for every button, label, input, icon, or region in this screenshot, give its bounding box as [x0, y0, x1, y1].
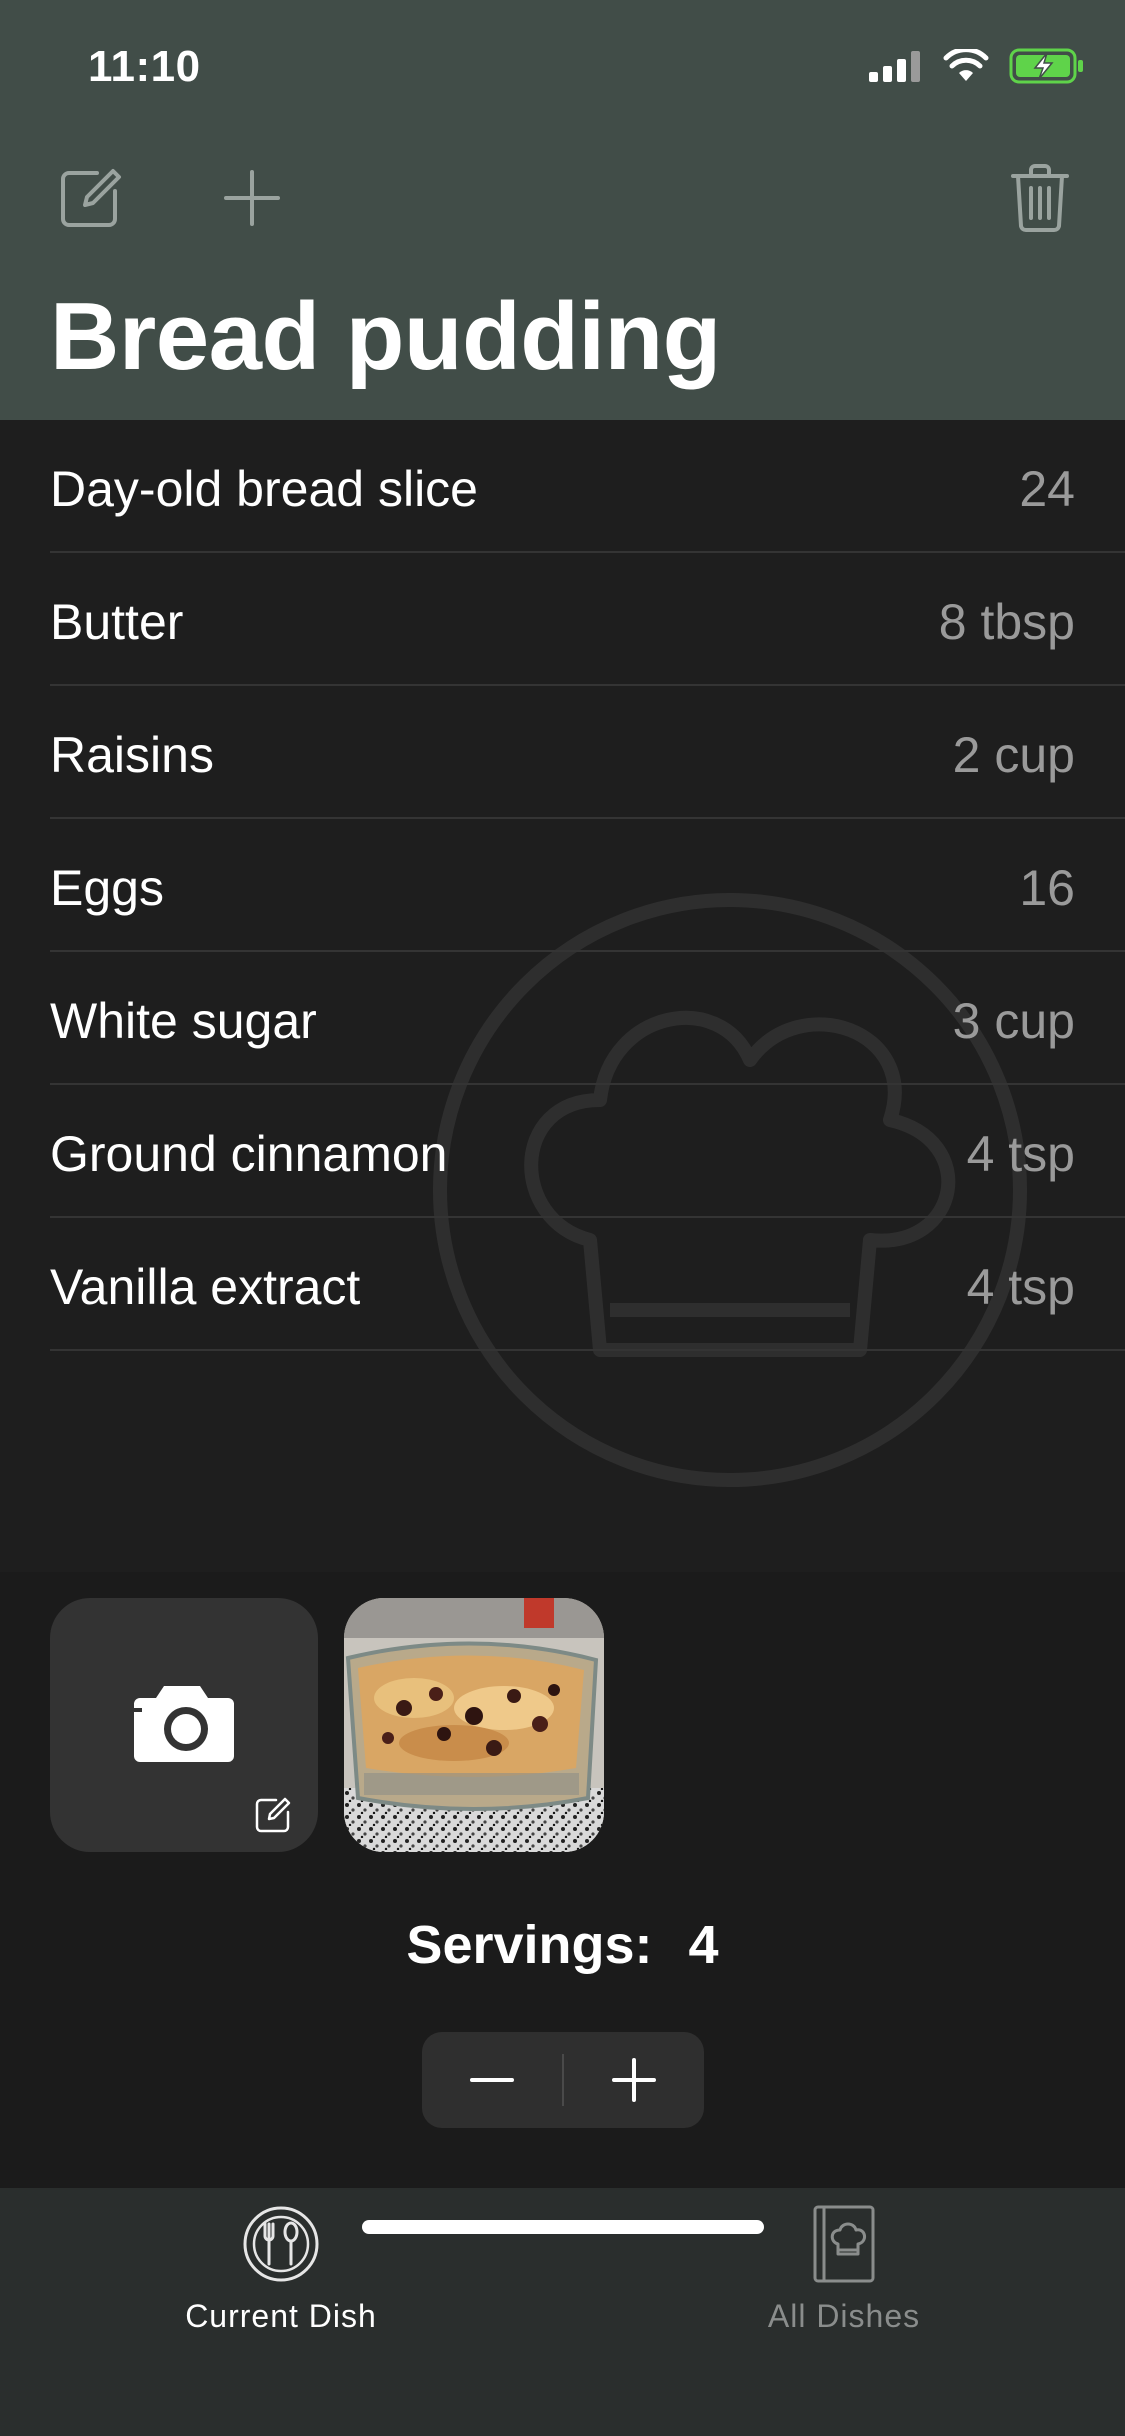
- ingredient-row[interactable]: Butter 8 tbsp: [50, 553, 1125, 686]
- ingredient-row[interactable]: Vanilla extract 4 tsp: [50, 1218, 1125, 1351]
- fork-spoon-plate-icon: [243, 2206, 319, 2282]
- dish-photo[interactable]: [344, 1598, 604, 1852]
- edit-photo-icon[interactable]: [254, 1796, 292, 1834]
- tab-label: All Dishes: [767, 2298, 921, 2334]
- ingredient-name: White sugar: [50, 993, 317, 1049]
- dish-details: Servings: 4: [0, 1572, 1125, 2188]
- wifi-icon: [943, 49, 989, 81]
- ingredient-row[interactable]: Day-old bread slice 24: [50, 420, 1125, 553]
- tab-label: Current Dish: [185, 2298, 377, 2334]
- ingredient-quantity: 16: [1019, 860, 1075, 916]
- ingredient-name: Day-old bread slice: [50, 461, 478, 517]
- page-title: Bread pudding: [50, 283, 721, 390]
- ingredient-name: Ground cinnamon: [50, 1126, 448, 1182]
- increment-button[interactable]: [564, 2032, 704, 2128]
- cellular-signal-icon: [869, 51, 920, 82]
- add-button[interactable]: [214, 160, 290, 236]
- ingredient-quantity: 8 tbsp: [938, 594, 1075, 650]
- delete-button[interactable]: [1002, 160, 1078, 236]
- ingredient-quantity: 4 tsp: [966, 1259, 1075, 1315]
- ingredient-name: Butter: [50, 594, 184, 650]
- ingredient-row[interactable]: Eggs 16: [50, 819, 1125, 952]
- screen: 11:10 Bread pudding Day-old bread slice …: [0, 0, 1125, 2436]
- ingredient-quantity: 2 cup: [952, 727, 1075, 783]
- home-indicator[interactable]: [362, 2220, 764, 2234]
- tab-bar: Current Dish All Dishes: [0, 2188, 1125, 2436]
- ingredient-name: Eggs: [50, 860, 164, 916]
- trash-icon: [1011, 164, 1069, 232]
- decrement-button[interactable]: [422, 2032, 562, 2128]
- recipe-book-icon: [813, 2205, 875, 2283]
- ingredient-list: Day-old bread slice 24 Butter 8 tbsp Rai…: [0, 420, 1125, 1351]
- edit-button[interactable]: [52, 160, 128, 236]
- ingredient-row[interactable]: Ground cinnamon 4 tsp: [50, 1085, 1125, 1218]
- camera-icon: [134, 1686, 234, 1762]
- compose-icon: [61, 169, 121, 227]
- ingredient-name: Raisins: [50, 727, 214, 783]
- servings-stepper[interactable]: [422, 2032, 704, 2128]
- plus-icon: [224, 170, 280, 226]
- ingredient-quantity: 3 cup: [952, 993, 1075, 1049]
- status-icons: [869, 48, 1085, 84]
- ingredient-name: Vanilla extract: [50, 1259, 361, 1315]
- servings-label: Servings:: [406, 1915, 653, 1975]
- battery-charging-icon: [1009, 48, 1083, 84]
- servings-display: Servings: 4: [0, 1914, 1125, 1976]
- ingredient-row[interactable]: Raisins 2 cup: [50, 686, 1125, 819]
- bread-pudding-photo: [344, 1598, 604, 1852]
- header: 11:10 Bread pudding: [0, 0, 1125, 420]
- servings-value: 4: [688, 1915, 719, 1975]
- plus-icon: [612, 2058, 656, 2102]
- status-time: 11:10: [88, 42, 201, 91]
- ingredient-quantity: 24: [1019, 461, 1075, 517]
- ingredient-quantity: 4 tsp: [966, 1126, 1075, 1182]
- minus-icon: [470, 2078, 514, 2082]
- add-photo-button[interactable]: [50, 1598, 318, 1852]
- ingredient-row[interactable]: White sugar 3 cup: [50, 952, 1125, 1085]
